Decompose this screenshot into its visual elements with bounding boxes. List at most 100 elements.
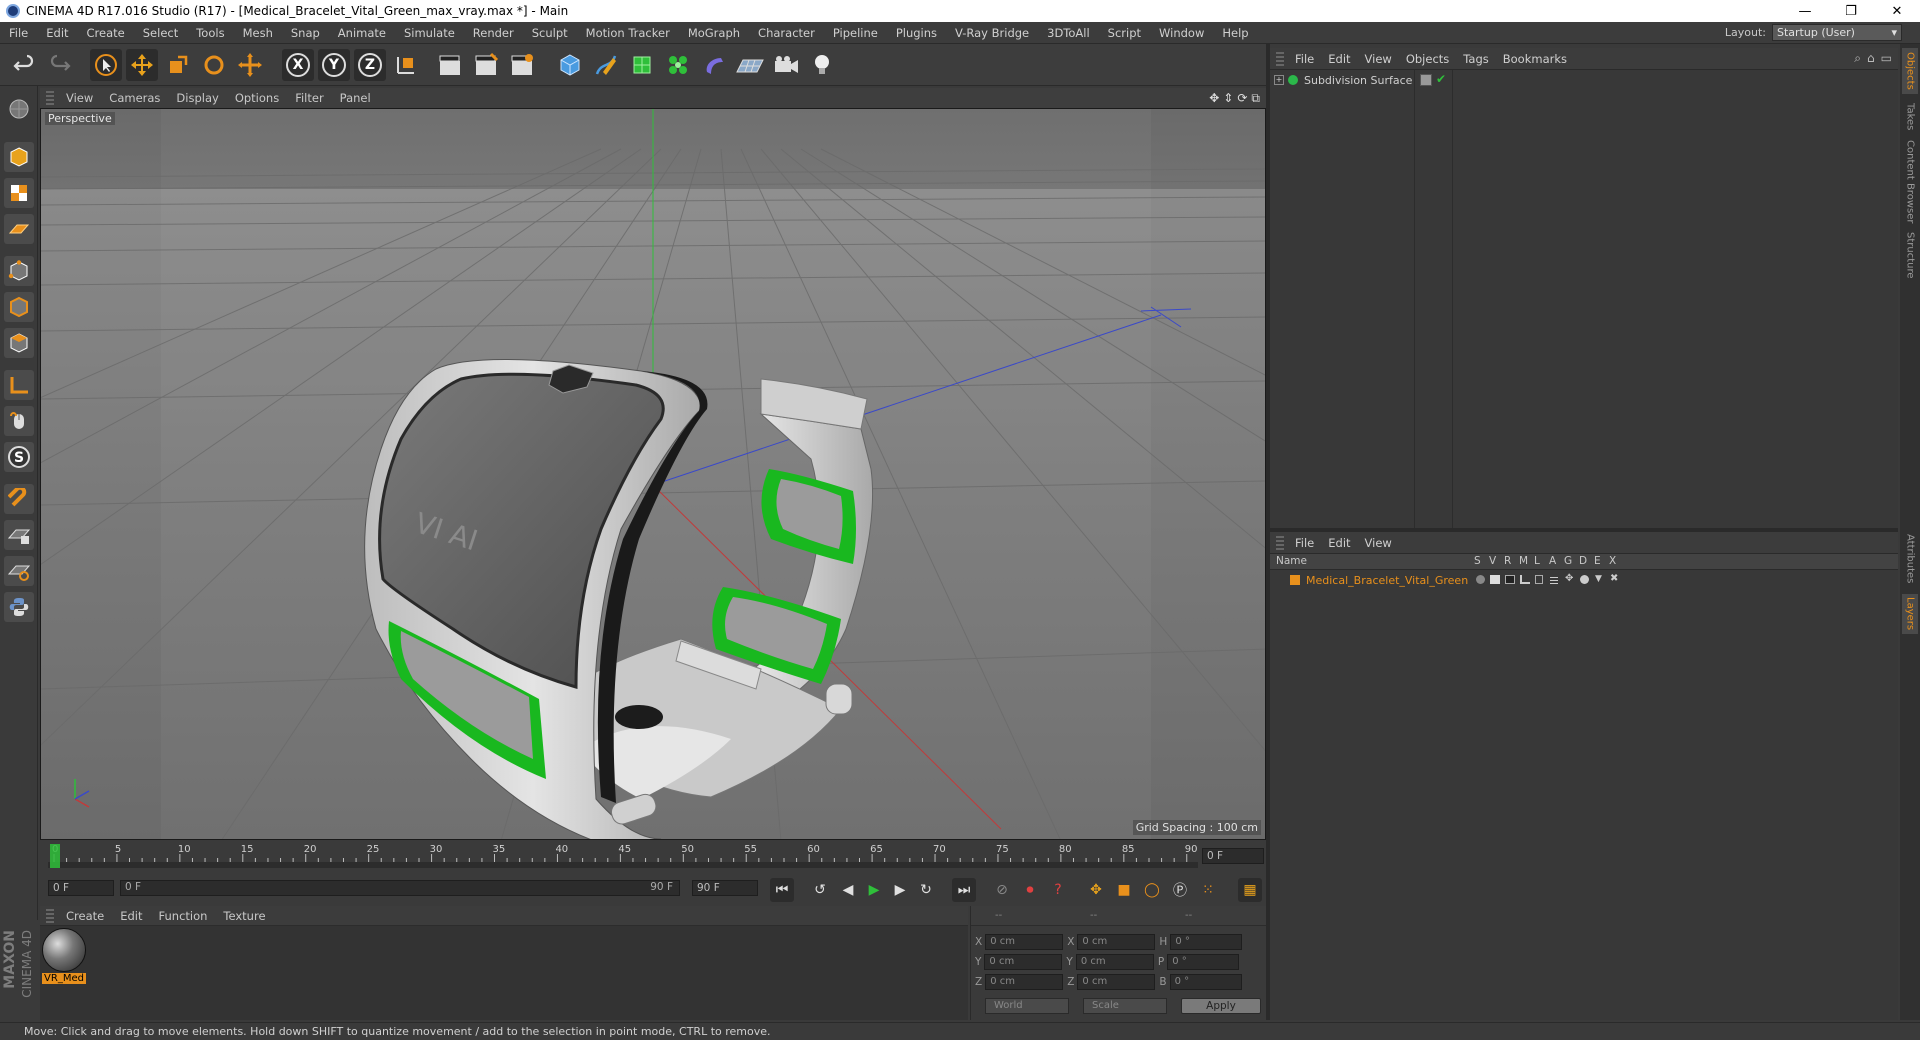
planar-workplane-button[interactable] [4, 556, 34, 586]
scale-dropdown[interactable]: Scale [1083, 998, 1167, 1014]
menu-character[interactable]: Character [749, 26, 824, 40]
minimize-button[interactable]: — [1782, 0, 1828, 22]
position-z-field[interactable]: 0 cm [985, 974, 1064, 990]
object-menu-tags[interactable]: Tags [1456, 52, 1495, 66]
next-keyframe-button[interactable]: ↻ [914, 878, 938, 902]
object-row[interactable]: + Subdivision Surface ✔ [1270, 72, 1898, 88]
render-picture-viewer-button[interactable] [470, 49, 502, 81]
go-to-end-button[interactable]: ⏭ [952, 878, 976, 902]
position-x-field[interactable]: 0 cm [985, 934, 1064, 950]
key-position-button[interactable]: ✥ [1084, 878, 1108, 902]
previous-frame-button[interactable]: ◀ [836, 878, 860, 902]
tab-content-browser[interactable]: Content Browser [1902, 138, 1918, 226]
redo-button[interactable] [44, 49, 76, 81]
object-menu-objects[interactable]: Objects [1399, 52, 1456, 66]
object-name[interactable]: Subdivision Surface [1304, 74, 1412, 87]
layer-menu-view[interactable]: View [1358, 536, 1399, 550]
layer-menu-edit[interactable]: Edit [1321, 536, 1357, 550]
menu-simulate[interactable]: Simulate [395, 26, 464, 40]
autokey-button[interactable]: ? [1046, 878, 1070, 902]
timeline-ruler[interactable]: 051015202530354045505560657075808590 0 F [40, 842, 1266, 870]
size-y-field[interactable]: 0 cm [1075, 954, 1154, 970]
timeline-window-button[interactable]: ▦ [1238, 878, 1262, 902]
menu-mograph[interactable]: MoGraph [679, 26, 749, 40]
panel-grip-icon[interactable] [46, 908, 54, 923]
floor-object-button[interactable] [734, 49, 766, 81]
menu-vray-bridge[interactable]: V-Ray Bridge [946, 26, 1038, 40]
menu-select[interactable]: Select [134, 26, 187, 40]
viewport-pan-icon[interactable]: ✥ [1209, 91, 1219, 106]
transform-tool-button[interactable] [234, 49, 266, 81]
menu-animate[interactable]: Animate [329, 26, 395, 40]
panel-grip-icon[interactable] [1276, 51, 1284, 66]
viewport-menu-display[interactable]: Display [168, 91, 226, 105]
viewport-orbit-icon[interactable]: ⟳ [1237, 91, 1247, 106]
layer-row[interactable]: Medical_Bracelet_Vital_Green ✥ ▼ ✖ [1270, 572, 1898, 588]
layer-col-render[interactable]: R [1504, 555, 1511, 567]
key-point-level-button[interactable]: ⁙ [1196, 878, 1220, 902]
viewport-camera-label[interactable]: Perspective [45, 112, 115, 125]
enabled-check-icon[interactable]: ✔ [1436, 72, 1446, 86]
viewport-menu-filter[interactable]: Filter [287, 91, 331, 105]
render-toggle-icon[interactable] [1505, 575, 1515, 584]
menu-script[interactable]: Script [1099, 26, 1150, 40]
xref-toggle-icon[interactable]: ✖ [1610, 573, 1618, 584]
current-frame-field[interactable]: 0 F [1202, 848, 1264, 864]
solo-toggle-icon[interactable] [1476, 575, 1485, 584]
x-axis-lock-button[interactable]: X [282, 49, 314, 81]
cloner-button[interactable] [662, 49, 694, 81]
tab-layers[interactable]: Layers [1902, 594, 1918, 634]
rotation-h-field[interactable]: 0 ° [1170, 934, 1243, 950]
material-menu-create[interactable]: Create [58, 909, 112, 923]
live-selection-button[interactable] [90, 49, 122, 81]
object-menu-view[interactable]: View [1358, 52, 1399, 66]
size-x-field[interactable]: 0 cm [1077, 934, 1156, 950]
go-to-start-button[interactable]: ⏮ [770, 878, 794, 902]
layer-col-name[interactable]: Name [1276, 555, 1307, 567]
polygons-mode-button[interactable] [4, 328, 34, 358]
cube-object-button[interactable] [554, 49, 586, 81]
material-menu-texture[interactable]: Texture [215, 909, 273, 923]
manager-toggle-icon[interactable] [1520, 575, 1530, 584]
scale-tool-button[interactable] [162, 49, 194, 81]
panel-grip-icon[interactable] [46, 91, 54, 105]
menu-tools[interactable]: Tools [187, 26, 233, 40]
expand-icon[interactable]: + [1274, 75, 1284, 85]
menu-create[interactable]: Create [78, 26, 134, 40]
menu-edit[interactable]: Edit [37, 26, 77, 40]
lock-icon[interactable] [1535, 575, 1543, 584]
previous-keyframe-button[interactable]: ↺ [808, 878, 832, 902]
visibility-eye-icon[interactable] [1490, 575, 1500, 584]
menu-pipeline[interactable]: Pipeline [824, 26, 887, 40]
material-menu-edit[interactable]: Edit [112, 909, 150, 923]
object-menu-bookmarks[interactable]: Bookmarks [1496, 52, 1574, 66]
size-z-field[interactable]: 0 cm [1077, 974, 1156, 990]
layer-col-deformers[interactable]: D [1579, 555, 1587, 567]
world-dropdown[interactable]: World [985, 998, 1069, 1014]
pen-spline-button[interactable] [590, 49, 622, 81]
rotation-p-field[interactable]: 0 ° [1167, 954, 1240, 970]
tab-attributes[interactable]: Attributes [1902, 530, 1918, 588]
layer-col-view[interactable]: V [1489, 555, 1496, 567]
snap-button[interactable] [4, 484, 34, 514]
model-mode-button[interactable] [4, 142, 34, 172]
workplane-mode-button[interactable] [4, 214, 34, 244]
start-frame-field[interactable]: 0 F [48, 880, 114, 896]
move-tool-button[interactable] [126, 49, 158, 81]
record-button[interactable]: ⏺ [1018, 878, 1042, 902]
menu-plugins[interactable]: Plugins [887, 26, 946, 40]
material-menu-function[interactable]: Function [151, 909, 216, 923]
points-mode-button[interactable] [4, 256, 34, 286]
close-button[interactable]: ✕ [1874, 0, 1920, 22]
layer-col-animation[interactable]: A [1549, 555, 1556, 567]
viewport-maximize-icon[interactable]: ⧉ [1251, 91, 1260, 106]
position-y-field[interactable]: 0 cm [984, 954, 1063, 970]
locked-workplane-button[interactable] [4, 520, 34, 550]
render-view-button[interactable] [434, 49, 466, 81]
menu-3dtoall[interactable]: 3DToAll [1038, 26, 1099, 40]
frame-range-slider[interactable]: 0 F 90 F [120, 880, 680, 896]
key-parameter-button[interactable]: Ⓟ [1168, 878, 1192, 902]
y-axis-lock-button[interactable]: Y [318, 49, 350, 81]
coordinate-system-button[interactable] [390, 49, 422, 81]
restore-button[interactable]: ❐ [1828, 0, 1874, 22]
